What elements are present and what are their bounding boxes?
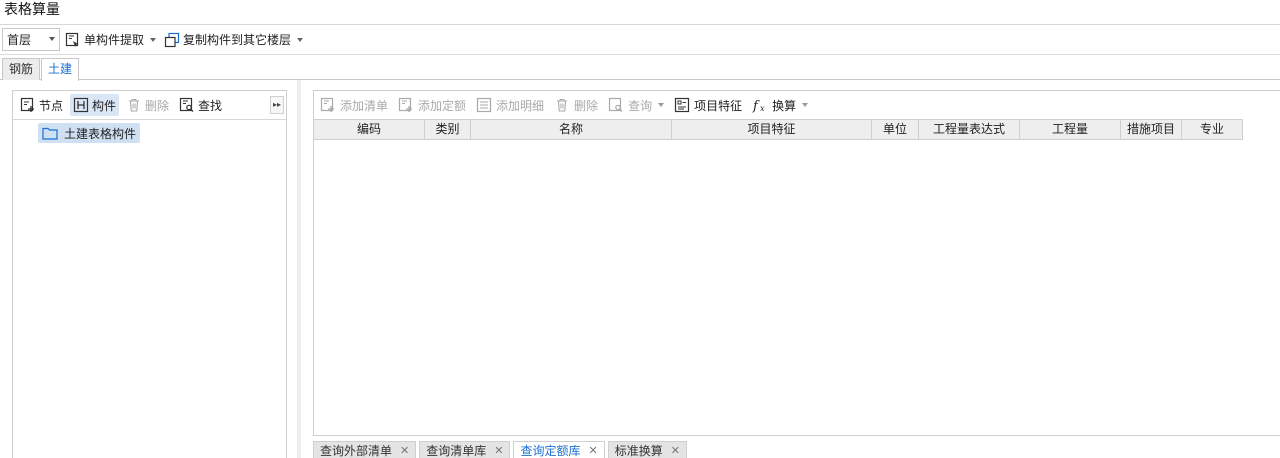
tree-node-label: 土建表格构件 [64,126,137,141]
add-list-icon [320,97,334,112]
tab-label: 查询定额库 [520,444,581,458]
collapse-panel-button[interactable]: ▸▸ [270,96,284,114]
find-button[interactable]: 查找 [176,94,225,116]
trash-icon [557,98,568,112]
tab-label: 查询外部清单 [320,444,393,458]
component-button[interactable]: 构件 [70,94,120,116]
add-list-label: 添加清单 [340,98,389,113]
column-header-unit[interactable]: 单位 [872,120,919,139]
add-quota-label: 添加定额 [418,98,467,113]
close-icon[interactable]: ✕ [671,442,680,458]
query-icon [608,97,623,112]
component-icon [73,97,89,113]
tab-label: 查询清单库 [426,444,487,458]
component-tree-panel: 节点 构件 删除 查找 ▸▸ 土建表格构件 [12,90,287,458]
query-button[interactable]: 查询 [606,94,666,116]
tree-toolbar: 节点 构件 删除 查找 ▸▸ [13,91,286,120]
extract-icon [65,32,79,47]
column-header-category[interactable]: 类别 [425,120,471,139]
extract-component-button[interactable]: 单构件提取 [62,28,159,51]
chevron-down-icon[interactable] [658,103,665,107]
grid-header: 编码 类别 名称 项目特征 单位 工程量表达式 工程量 措施项目 专业 [314,119,1243,140]
column-header-quantity[interactable]: 工程量 [1020,120,1121,139]
column-header-code[interactable]: 编码 [314,120,425,139]
add-detail-icon [476,97,492,113]
tab-standard-conversion[interactable]: 标准换算 ✕ [607,441,687,458]
find-icon [179,97,194,112]
column-header-measure-item[interactable]: 措施项目 [1121,120,1182,139]
floor-select-value: 首层 [7,33,32,47]
trash-icon [129,98,140,112]
item-feature-icon [674,97,690,113]
floor-select[interactable]: 首层 [2,28,60,51]
svg-text:x: x [760,104,765,113]
node-button[interactable]: 节点 [17,94,66,116]
close-icon[interactable]: ✕ [494,442,503,458]
tab-query-list-library[interactable]: 查询清单库 ✕ [419,441,511,458]
column-header-name[interactable]: 名称 [471,120,672,139]
delete-item-label: 删除 [574,98,599,113]
tab-civil[interactable]: 土建 [41,58,80,81]
convert-label: 换算 [772,98,797,113]
chevron-down-icon[interactable] [150,37,157,42]
delete-button[interactable]: 删除 [123,94,172,116]
convert-button[interactable]: fx 换算 [750,94,810,116]
node-label: 节点 [39,98,64,113]
tree-node-civil-components[interactable]: 土建表格构件 [38,123,141,143]
delete-label: 删除 [145,98,170,113]
add-detail-label: 添加明细 [496,98,545,113]
bill-items-panel: 添加清单 添加定额 添加明细 删除 查询 项目特征 fx 换算 编码 类别 名称… [313,90,1280,436]
panel-splitter[interactable] [297,80,301,458]
node-icon [20,97,34,112]
column-header-item-feature[interactable]: 项目特征 [672,120,872,139]
bill-toolbar: 添加清单 添加定额 添加明细 删除 查询 项目特征 fx 换算 [314,91,1280,119]
svg-text:f: f [752,99,760,113]
component-label: 构件 [92,98,117,113]
query-label: 查询 [628,98,653,113]
tab-query-external-list[interactable]: 查询外部清单 ✕ [313,441,417,458]
bottom-tab-strip: 查询外部清单 ✕ 查询清单库 ✕ 查询定额库 ✕ 标准换算 ✕ [313,441,690,458]
copy-to-floors-button[interactable]: 复制构件到其它楼层 [161,28,306,51]
copy-to-floors-label: 复制构件到其它楼层 [183,33,292,47]
delete-item-button[interactable]: 删除 [552,94,600,116]
column-header-specialty[interactable]: 专业 [1182,120,1243,139]
add-quota-button[interactable]: 添加定额 [396,94,468,116]
column-header-quantity-expression[interactable]: 工程量表达式 [919,120,1020,139]
folder-icon [42,127,58,140]
tab-label: 标准换算 [614,444,663,458]
copy-icon [164,32,180,47]
chevron-down-icon[interactable] [802,103,809,107]
close-icon[interactable]: ✕ [588,442,597,458]
tab-query-quota-library[interactable]: 查询定额库 ✕ [513,441,605,458]
module-tabs: 钢筋 土建 [0,55,1280,81]
extract-component-label: 单构件提取 [84,33,145,47]
item-feature-label: 项目特征 [694,98,743,113]
add-detail-button[interactable]: 添加明细 [474,94,546,116]
close-icon[interactable]: ✕ [400,442,409,458]
chevron-down-icon[interactable] [297,37,304,42]
add-quota-icon [398,97,413,112]
function-fx-icon: fx [752,99,765,113]
tab-rebar[interactable]: 钢筋 [2,58,41,80]
find-label: 查找 [198,98,223,113]
main-toolbar: 首层 单构件提取 复制构件到其它楼层 [0,25,1280,54]
window-title: 表格算量 [4,2,60,18]
item-feature-button[interactable]: 项目特征 [672,94,744,116]
add-list-button[interactable]: 添加清单 [318,94,390,116]
chevron-down-icon [49,37,55,41]
